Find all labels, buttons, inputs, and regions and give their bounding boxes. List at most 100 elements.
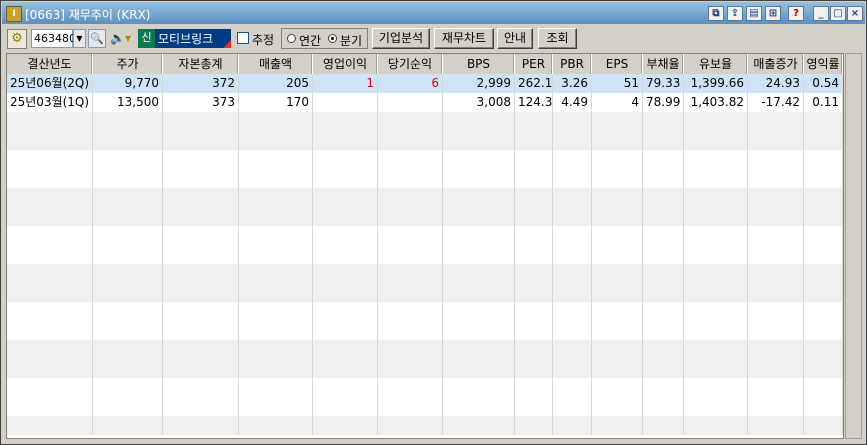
table-cell: -17.42 xyxy=(748,93,804,112)
estimate-checkbox[interactable] xyxy=(237,32,249,44)
financial-table: 결산년도 주가 자본총계 매출액 영업이익 당기순익 BPS PER PBR EPS 부채율 유보율 매… xyxy=(6,53,844,439)
table-cell xyxy=(443,169,515,188)
table-cell xyxy=(643,416,684,435)
column-header[interactable]: 영업이익 xyxy=(313,54,378,74)
radio-quarter[interactable] xyxy=(328,34,337,43)
empty-row[interactable] xyxy=(7,340,843,359)
table-cell xyxy=(443,188,515,207)
close-button[interactable]: × xyxy=(847,6,863,21)
empty-row[interactable] xyxy=(7,378,843,397)
radio-annual[interactable] xyxy=(287,34,296,43)
financial-chart-button[interactable]: 재무차트 xyxy=(434,28,494,49)
empty-row[interactable] xyxy=(7,416,843,435)
table-cell xyxy=(378,169,443,188)
empty-row[interactable] xyxy=(7,169,843,188)
table-cell xyxy=(443,397,515,416)
table-cell xyxy=(93,169,163,188)
table-cell xyxy=(239,397,313,416)
table-cell xyxy=(748,302,804,321)
column-header[interactable]: 당기순익 xyxy=(378,54,443,74)
stock-name-field[interactable]: 모티브링크 xyxy=(155,29,231,48)
copy-icon[interactable]: ▤ xyxy=(746,6,762,21)
column-header[interactable]: 결산년도 xyxy=(7,54,93,74)
table-cell xyxy=(7,359,93,378)
table-cell xyxy=(804,397,843,416)
table-cell xyxy=(239,245,313,264)
empty-row[interactable] xyxy=(7,302,843,321)
app-icon: I xyxy=(6,6,22,22)
table-cell xyxy=(592,378,643,397)
table-cell xyxy=(239,226,313,245)
empty-row[interactable] xyxy=(7,359,843,378)
table-row[interactable]: 25년03월(1Q)13,500373170 3,008124.364.49478… xyxy=(7,93,843,112)
column-header[interactable]: EPS xyxy=(592,54,643,74)
empty-row[interactable] xyxy=(7,321,843,340)
table-cell xyxy=(748,112,804,131)
column-header[interactable]: PBR xyxy=(553,54,592,74)
table-cell xyxy=(748,207,804,226)
empty-row[interactable] xyxy=(7,188,843,207)
table-cell xyxy=(443,302,515,321)
table-cell xyxy=(643,169,684,188)
table-cell xyxy=(592,169,643,188)
column-header[interactable]: 자본총계 xyxy=(163,54,239,74)
search-icon[interactable]: 🔍 xyxy=(88,29,106,48)
maximize-button[interactable]: □ xyxy=(830,6,846,21)
print-icon[interactable]: ⊞ xyxy=(765,6,781,21)
table-cell xyxy=(239,112,313,131)
column-header[interactable]: BPS xyxy=(443,54,515,74)
column-header[interactable]: 주가 xyxy=(93,54,163,74)
table-cell xyxy=(443,283,515,302)
title-bar[interactable]: I [0663] 재무추이 (KRX) ⧉ ⇪ ▤ ⊞ ? _ □ × xyxy=(2,2,865,24)
empty-row[interactable] xyxy=(7,150,843,169)
vertical-scrollbar[interactable] xyxy=(845,53,862,439)
help-icon[interactable]: ? xyxy=(788,6,804,21)
table-cell xyxy=(643,207,684,226)
column-header[interactable]: 매출증가 xyxy=(748,54,804,74)
table-cell xyxy=(313,207,378,226)
table-cell: 9,770 xyxy=(93,74,163,93)
minimize-button[interactable]: _ xyxy=(813,6,829,21)
table-cell xyxy=(313,416,378,435)
company-analysis-button[interactable]: 기업분석 xyxy=(372,28,430,49)
table-cell xyxy=(748,150,804,169)
column-header[interactable]: 부채율 xyxy=(643,54,684,74)
table-cell xyxy=(313,397,378,416)
table-cell xyxy=(378,359,443,378)
table-cell xyxy=(748,226,804,245)
table-cell: 0.54 xyxy=(804,74,843,93)
table-cell xyxy=(592,112,643,131)
table-cell xyxy=(7,169,93,188)
table-cell xyxy=(443,150,515,169)
column-header[interactable]: PER xyxy=(515,54,553,74)
table-cell: 4.49 xyxy=(553,93,592,112)
window-link-icon[interactable]: ⧉ xyxy=(708,6,724,21)
table-row[interactable]: 25년06월(2Q)9,770372205162,999262.183.2651… xyxy=(7,74,843,93)
empty-row[interactable] xyxy=(7,245,843,264)
column-header[interactable]: 매출액 xyxy=(239,54,313,74)
table-header: 결산년도 주가 자본총계 매출액 영업이익 당기순익 BPS PER PBR EPS 부채율 유보율 매… xyxy=(7,54,843,74)
column-header[interactable]: 영익률 xyxy=(804,54,843,74)
table-cell xyxy=(592,359,643,378)
empty-row[interactable] xyxy=(7,226,843,245)
speaker-icon[interactable]: 🔈▾ xyxy=(110,29,134,48)
query-button[interactable]: 조회 xyxy=(538,28,577,49)
empty-row[interactable] xyxy=(7,264,843,283)
table-cell xyxy=(7,264,93,283)
stock-code-dropdown-icon[interactable]: ▼ xyxy=(73,29,86,48)
column-header[interactable]: 유보율 xyxy=(684,54,748,74)
empty-row[interactable] xyxy=(7,112,843,131)
table-cell xyxy=(7,416,93,435)
table-cell xyxy=(93,226,163,245)
table-cell xyxy=(804,264,843,283)
stock-code-input[interactable]: 463480 xyxy=(31,29,76,48)
guide-button[interactable]: 안내 xyxy=(497,28,533,49)
table-cell xyxy=(804,416,843,435)
settings-gear-icon[interactable]: ⚙ xyxy=(7,29,27,49)
empty-row[interactable] xyxy=(7,131,843,150)
empty-row[interactable] xyxy=(7,283,843,302)
empty-row[interactable] xyxy=(7,397,843,416)
empty-row[interactable] xyxy=(7,207,843,226)
table-cell xyxy=(592,302,643,321)
pin-icon[interactable]: ⇪ xyxy=(727,6,743,21)
